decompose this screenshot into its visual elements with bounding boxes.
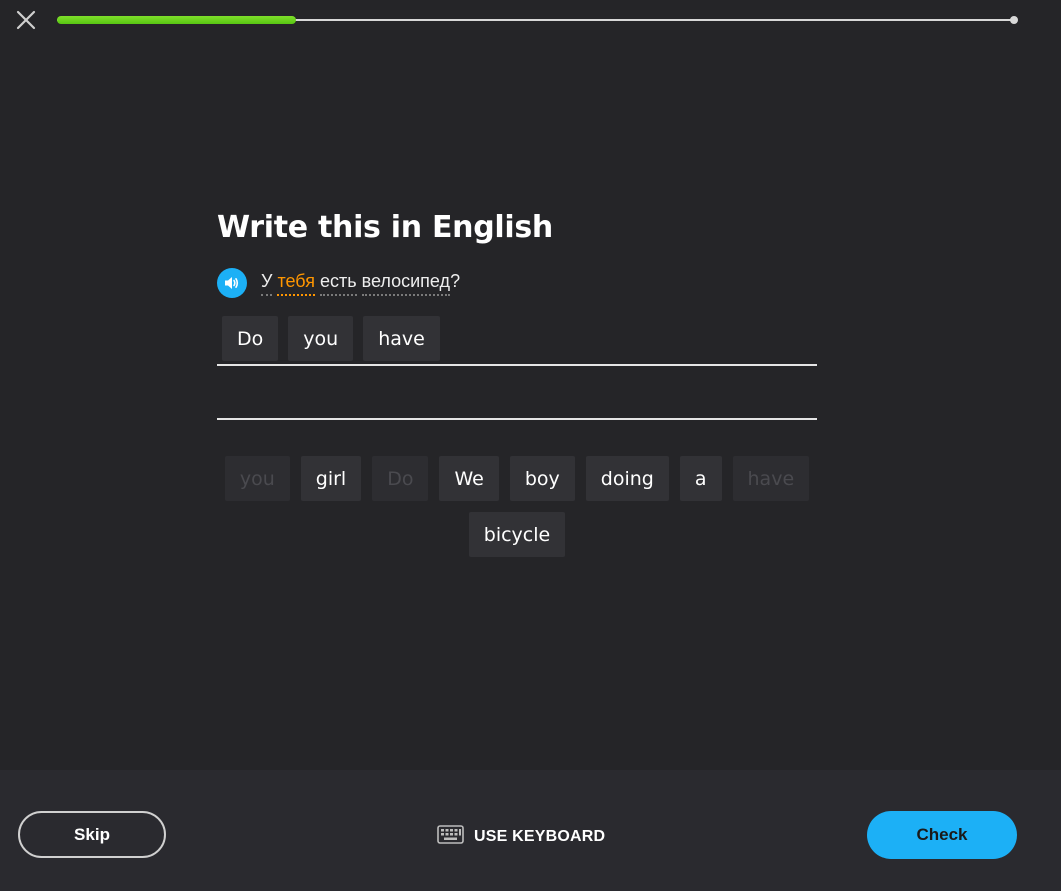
skip-button[interactable]: Skip [18, 811, 166, 858]
answer-area: Do you have [222, 316, 440, 361]
lesson-screen: Write this in English У тебя есть велоси… [0, 0, 1061, 891]
sentence-word[interactable]: У [261, 271, 273, 296]
progress-end-dot [1010, 16, 1018, 24]
use-keyboard-button[interactable]: USE KEYBOARD [437, 825, 605, 848]
word-bank-tile[interactable]: a [679, 456, 722, 501]
word-bank-tile[interactable]: doing [585, 456, 669, 501]
progress-fill [57, 16, 297, 24]
word-bank-tile: have [732, 456, 810, 501]
close-icon[interactable] [14, 8, 38, 32]
answer-line-2 [217, 418, 817, 420]
word-bank-tile[interactable]: bicycle [468, 512, 566, 557]
word-bank: you girl Do We boy doing a have bicycle [217, 456, 817, 557]
answer-tile[interactable]: you [288, 316, 354, 361]
keyboard-icon [437, 825, 464, 848]
progress-bar [57, 16, 1018, 24]
sentence-punctuation: ? [450, 271, 461, 291]
word-bank-tile: Do [372, 456, 429, 501]
check-button[interactable]: Check [867, 811, 1017, 859]
word-bank-tile[interactable]: We [439, 456, 499, 501]
answer-tile[interactable]: have [363, 316, 440, 361]
footer: Skip USE KEYBOARD Check [0, 770, 1061, 891]
source-sentence: У тебя есть велосипед? [261, 271, 460, 296]
use-keyboard-label: USE KEYBOARD [474, 827, 606, 845]
sentence-word[interactable]: есть [319, 271, 357, 296]
sentence-word-highlighted[interactable]: тебя [277, 271, 315, 296]
challenge-title: Write this in English [217, 210, 553, 245]
answer-tile[interactable]: Do [222, 316, 279, 361]
word-bank-tile[interactable]: girl [300, 456, 362, 501]
speaker-icon[interactable] [217, 268, 247, 298]
word-bank-tile[interactable]: boy [509, 456, 575, 501]
word-bank-tile: you [224, 456, 290, 501]
answer-line-1 [217, 364, 817, 366]
sentence-word[interactable]: велосипед [361, 271, 451, 296]
